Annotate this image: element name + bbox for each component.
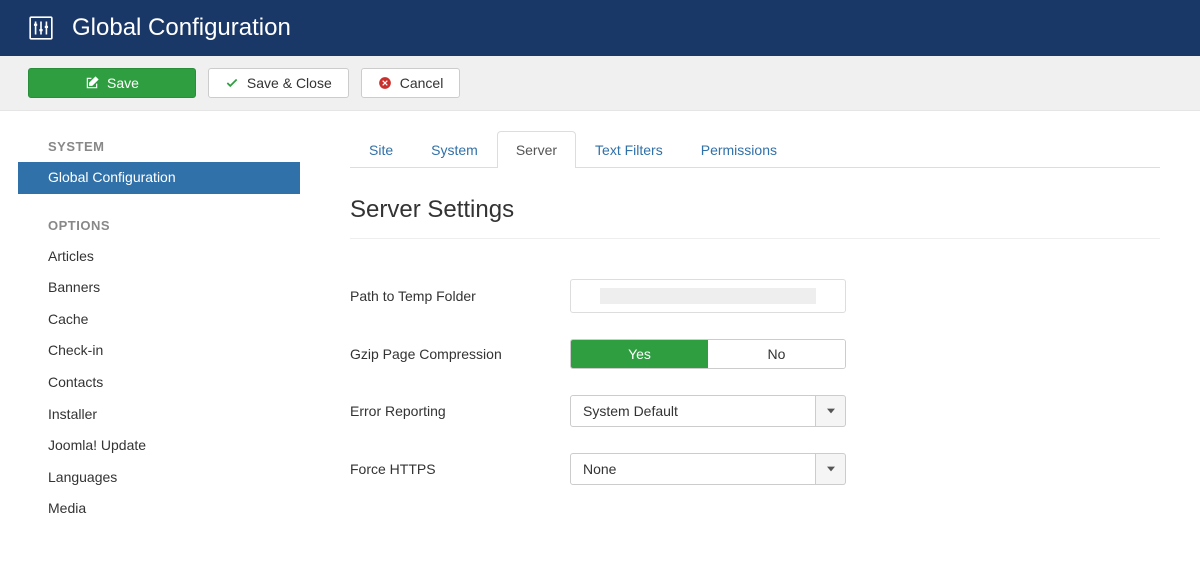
tab[interactable]: Text Filters — [576, 131, 682, 168]
row-error: Error Reporting System Default — [350, 395, 1160, 427]
page-title: Global Configuration — [72, 14, 291, 42]
save-icon — [85, 76, 99, 90]
cancel-icon — [378, 76, 392, 90]
force-https-value: None — [570, 453, 816, 485]
gzip-yes-button[interactable]: Yes — [571, 340, 708, 368]
check-icon — [225, 76, 239, 90]
section-title: Server Settings — [350, 168, 1160, 238]
sidebar-item[interactable]: Joomla! Update — [18, 430, 300, 462]
save-label: Save — [107, 75, 139, 91]
sidebar-item[interactable]: Languages — [18, 462, 300, 494]
sidebar-heading-options: OPTIONS — [18, 210, 300, 241]
error-reporting-select[interactable]: System Default — [570, 395, 846, 427]
sidebar-item[interactable]: Articles — [18, 241, 300, 273]
gzip-toggle: Yes No — [570, 339, 846, 369]
save-button[interactable]: Save — [28, 68, 196, 98]
row-gzip: Gzip Page Compression Yes No — [350, 339, 1160, 369]
cancel-button[interactable]: Cancel — [361, 68, 461, 98]
tab[interactable]: System — [412, 131, 497, 168]
label-https: Force HTTPS — [350, 461, 570, 477]
path-input[interactable] — [570, 279, 846, 313]
sidebar-system-list: Global Configuration — [18, 162, 300, 194]
save-close-label: Save & Close — [247, 75, 332, 91]
main-panel: SiteSystemServerText FiltersPermissions … — [310, 131, 1200, 551]
tabs: SiteSystemServerText FiltersPermissions — [350, 131, 1160, 168]
sidebar-item[interactable]: Contacts — [18, 367, 300, 399]
sidebar-item[interactable]: Check-in — [18, 335, 300, 367]
error-reporting-value: System Default — [570, 395, 816, 427]
toolbar: Save Save & Close Cancel — [0, 56, 1200, 111]
force-https-select[interactable]: None — [570, 453, 846, 485]
input-placeholder-shimmer — [600, 288, 816, 304]
content-area: SYSTEM Global Configuration OPTIONS Arti… — [0, 111, 1200, 571]
sidebar: SYSTEM Global Configuration OPTIONS Arti… — [0, 131, 310, 551]
sidebar-item[interactable]: Media — [18, 493, 300, 525]
sidebar-item[interactable]: Installer — [18, 399, 300, 431]
sidebar-heading-system: SYSTEM — [18, 131, 300, 162]
sidebar-item[interactable]: Banners — [18, 272, 300, 304]
sidebar-options-list: ArticlesBannersCacheCheck-inContactsInst… — [18, 241, 300, 525]
row-https: Force HTTPS None — [350, 453, 1160, 485]
equalizer-icon — [28, 15, 54, 41]
tab[interactable]: Permissions — [682, 131, 796, 168]
caret-down-icon — [816, 395, 846, 427]
label-path: Path to Temp Folder — [350, 288, 570, 304]
section-divider — [350, 238, 1160, 239]
caret-down-icon — [816, 453, 846, 485]
tab[interactable]: Site — [350, 131, 412, 168]
save-close-button[interactable]: Save & Close — [208, 68, 349, 98]
sidebar-item[interactable]: Cache — [18, 304, 300, 336]
row-path: Path to Temp Folder — [350, 279, 1160, 313]
tab[interactable]: Server — [497, 131, 576, 168]
gzip-no-button[interactable]: No — [708, 340, 845, 368]
label-gzip: Gzip Page Compression — [350, 346, 570, 362]
sidebar-item[interactable]: Global Configuration — [18, 162, 300, 194]
cancel-label: Cancel — [400, 75, 444, 91]
page-header: Global Configuration — [0, 0, 1200, 56]
label-error: Error Reporting — [350, 403, 570, 419]
